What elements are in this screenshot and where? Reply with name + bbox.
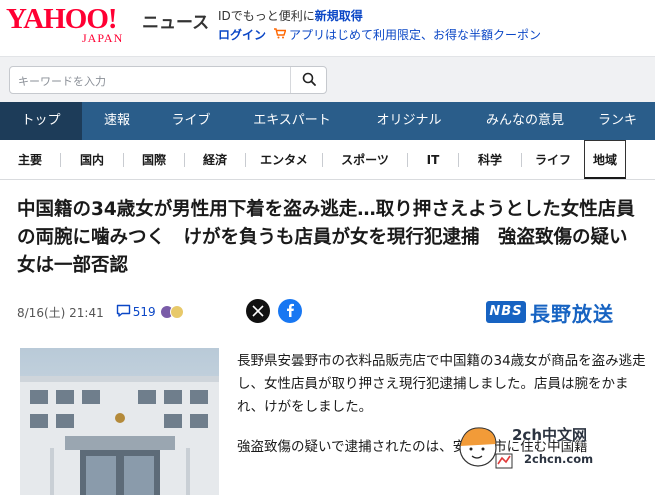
article-body: 長野県安曇野市の衣料品販売店で中国籍の34歳女が商品を盗み逃走し、女性店員が取り…: [237, 350, 651, 476]
facebook-icon: [284, 302, 296, 321]
main-nav-item-top[interactable]: トップ: [0, 102, 82, 140]
commenter-avatars: [159, 305, 184, 319]
category-tab-world[interactable]: 国際: [124, 140, 184, 179]
yahoo-japan-logo[interactable]: YAHOO! JAPAN: [6, 3, 136, 45]
main-nav-item-ranking[interactable]: ランキ: [586, 102, 655, 140]
article-meta: 8/16(土) 21:41 519: [17, 300, 184, 324]
nbs-logo-mark: NBS: [486, 301, 526, 323]
category-tab-entertainment[interactable]: エンタメ: [246, 140, 322, 179]
share-facebook-button[interactable]: [278, 299, 302, 323]
search-button[interactable]: [290, 67, 326, 93]
category-tab-main[interactable]: 主要: [0, 140, 60, 179]
category-tab-domestic[interactable]: 国内: [61, 140, 123, 179]
promo-text: IDでもっと便利に: [218, 9, 315, 23]
main-nav-item-opinions[interactable]: みんなの意見: [464, 102, 586, 140]
category-tab-economy[interactable]: 経済: [185, 140, 245, 179]
logo-japan-text: JAPAN: [82, 31, 124, 45]
comment-link[interactable]: 519: [116, 304, 184, 320]
x-icon: [252, 302, 264, 321]
article-photo[interactable]: [20, 348, 219, 495]
article-paragraph: 強盗致傷の疑いで逮捕されたのは、安曇野市に住む中国籍: [237, 439, 588, 455]
category-nav: 主要 国内 国際 経済 エンタメ スポーツ IT 科学 ライフ 地域: [0, 140, 655, 180]
category-tab-science[interactable]: 科学: [459, 140, 521, 179]
main-nav-item-expert[interactable]: エキスパート: [230, 102, 354, 140]
category-tab-local[interactable]: 地域: [584, 140, 626, 179]
article-paragraph: 長野県安曇野市の衣料品販売店で中国籍の34歳女が商品を盗み逃走し、女性店員が取り…: [237, 353, 646, 415]
search-icon: [302, 71, 316, 90]
service-name[interactable]: ニュース: [142, 8, 209, 33]
comment-count: 519: [132, 305, 156, 319]
main-nav-item-original[interactable]: オリジナル: [354, 102, 464, 140]
register-link[interactable]: 新規取得: [315, 9, 363, 23]
login-link[interactable]: ログイン: [218, 28, 266, 42]
source-logo[interactable]: NBS 長野放送: [486, 300, 614, 326]
main-nav-item-breaking[interactable]: 速報: [82, 102, 152, 140]
category-tab-life[interactable]: ライフ: [522, 140, 584, 179]
cart-icon: [274, 28, 287, 42]
logo-yahoo-text: YAHOO!: [6, 3, 118, 35]
promo-line-1: IDでもっと便利に新規取得: [218, 7, 363, 24]
main-nav: トップ 速報 ライブ エキスパート オリジナル みんなの意見 ランキ: [0, 102, 655, 140]
category-tab-sports[interactable]: スポーツ: [323, 140, 407, 179]
category-tab-it[interactable]: IT: [408, 140, 458, 179]
main-nav-item-live[interactable]: ライブ: [152, 102, 230, 140]
promo-line-2: ログイン アプリはじめて利用限定、お得な半額クーポン: [218, 26, 541, 43]
header: YAHOO! JAPAN ニュース IDでもっと便利に新規取得 ログイン アプリは…: [0, 0, 655, 56]
publish-date: 8/16(土) 21:41: [17, 305, 104, 320]
building-image: [20, 348, 219, 495]
app-promo-link[interactable]: アプリはじめて利用限定、お得な半額クーポン: [289, 28, 541, 42]
source-name: 長野放送: [530, 301, 614, 326]
search-bar: [0, 56, 655, 102]
search-input[interactable]: [18, 72, 288, 90]
search-box: [9, 66, 327, 94]
avatar: [169, 305, 184, 319]
comment-icon: [116, 304, 131, 320]
share-x-button[interactable]: [246, 299, 270, 323]
article-headline: 中国籍の34歳女が男性用下着を盗み逃走…取り押さえようとした女性店員の両腕に噛み…: [17, 199, 647, 276]
